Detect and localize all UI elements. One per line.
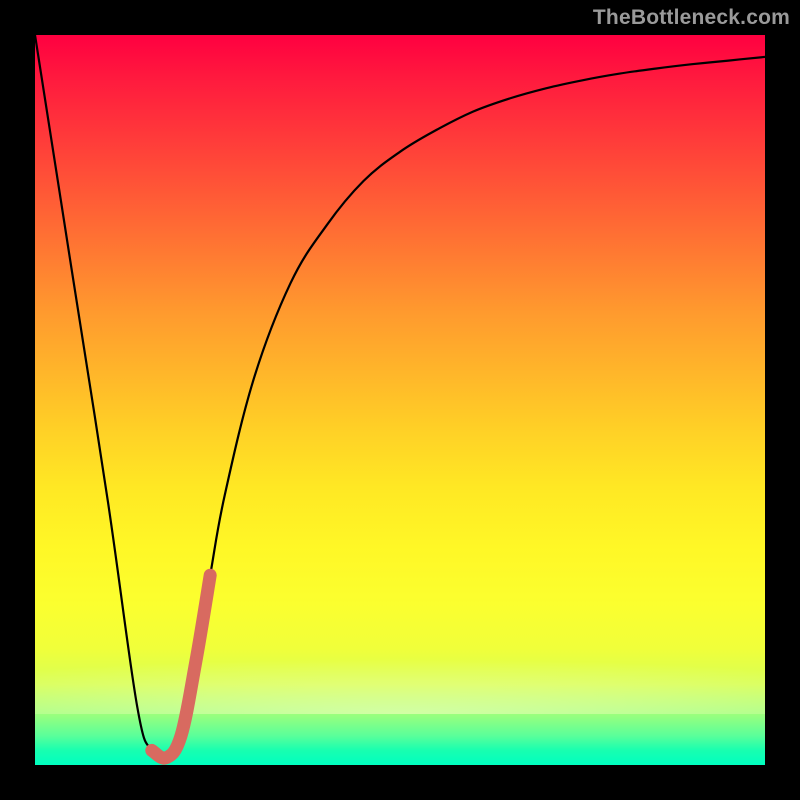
chart-frame: TheBottleneck.com bbox=[0, 0, 800, 800]
highlight-segment-path bbox=[152, 575, 210, 758]
plot-area bbox=[35, 35, 765, 765]
bottleneck-curve-svg bbox=[35, 35, 765, 765]
watermark-text: TheBottleneck.com bbox=[593, 6, 790, 30]
bottleneck-curve-path bbox=[35, 35, 765, 759]
